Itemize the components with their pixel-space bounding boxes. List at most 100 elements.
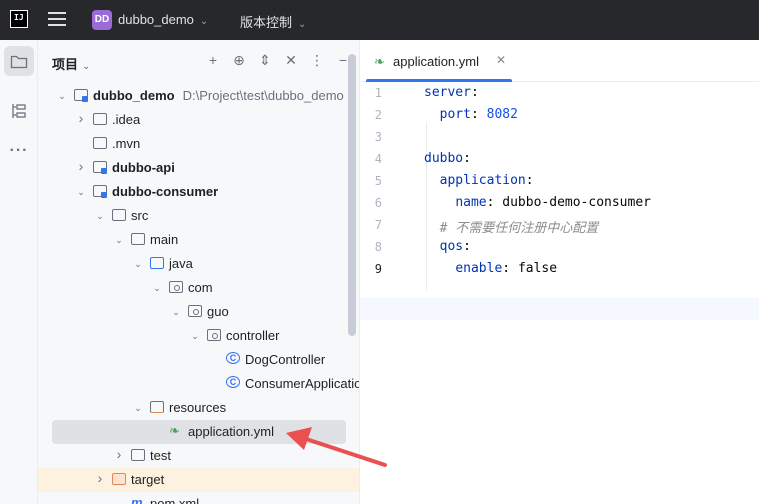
tree-item[interactable]: C ConsumerApplication bbox=[38, 372, 359, 396]
chevron-down-icon[interactable]: ⌄ bbox=[56, 89, 68, 103]
module-badge-icon bbox=[101, 192, 107, 198]
line-number: 2 bbox=[374, 108, 382, 122]
line-number: 6 bbox=[374, 196, 382, 210]
tree-item[interactable]: ⌄ guo bbox=[38, 300, 359, 324]
folder-icon bbox=[93, 113, 107, 125]
line-number: 4 bbox=[374, 152, 382, 166]
spring-class-icon: C bbox=[226, 376, 240, 388]
chevron-down-icon[interactable]: ⌄ bbox=[75, 185, 87, 199]
tree-item[interactable]: › test bbox=[38, 444, 359, 468]
project-panel: 项目 ⌄ + ⊕ ⇕ ✕ ⋮ − ⌄ dubbo_demo D:\Project\te… bbox=[38, 40, 360, 504]
line-number: 5 bbox=[374, 174, 382, 188]
line-number: 7 bbox=[374, 218, 382, 232]
code-line: server: bbox=[424, 85, 479, 100]
close-icon[interactable]: ✕ bbox=[496, 53, 506, 67]
tree-item[interactable]: ❧ application.yml bbox=[52, 420, 346, 444]
tree-item-label: pom.xml bbox=[150, 496, 200, 504]
tree-item[interactable]: ⌄ dubbo_demo D:\Project\test\dubbo_demo bbox=[38, 84, 359, 108]
tree-item-label: target bbox=[131, 472, 165, 487]
editor-tab-bar: ❧ application.yml ✕ bbox=[360, 40, 759, 82]
project-panel-header: 项目 ⌄ + ⊕ ⇕ ✕ ⋮ − bbox=[38, 40, 359, 82]
project-switcher[interactable]: dubbo_demo ⌄ bbox=[118, 12, 208, 27]
tree-item[interactable]: › target bbox=[38, 468, 359, 492]
tree-item[interactable]: .mvn bbox=[38, 132, 359, 156]
folder-icon bbox=[93, 137, 107, 149]
tree-item[interactable]: ⌄ dubbo-consumer bbox=[38, 180, 359, 204]
folder-icon bbox=[131, 449, 145, 461]
project-view-selector[interactable]: 项目 ⌄ bbox=[52, 54, 90, 73]
tree-item-label: com bbox=[188, 280, 213, 295]
chevron-right-icon[interactable]: › bbox=[75, 159, 87, 173]
line-number: 9 bbox=[374, 262, 382, 276]
structure-tool-button[interactable] bbox=[4, 96, 34, 126]
code-line: port: 8082 bbox=[424, 107, 518, 122]
collapse-all-icon[interactable]: ✕ bbox=[284, 52, 298, 69]
vcs-menu[interactable]: 版本控制 ⌄ bbox=[240, 12, 306, 31]
chevron-right-icon[interactable]: › bbox=[75, 111, 87, 125]
tree-item[interactable]: ⌄ resources bbox=[38, 396, 359, 420]
class-icon: C bbox=[226, 352, 240, 364]
tree-item-label: src bbox=[131, 208, 149, 223]
intellij-logo-icon[interactable]: IJ bbox=[10, 10, 28, 28]
tree-scrollbar[interactable] bbox=[348, 54, 356, 336]
yaml-value: 8082 bbox=[486, 107, 518, 122]
tree-item[interactable]: ⌄ java bbox=[38, 252, 359, 276]
package-icon bbox=[207, 329, 221, 341]
maven-icon: m bbox=[131, 495, 143, 504]
yaml-key: name bbox=[455, 195, 487, 210]
tree-item-label: dubbo-consumer bbox=[112, 184, 219, 199]
yaml-key: qos bbox=[439, 239, 464, 254]
tree-item[interactable]: ⌄ src bbox=[38, 204, 359, 228]
chevron-down-icon[interactable]: ⌄ bbox=[151, 281, 163, 295]
tree-item-label: .mvn bbox=[112, 136, 141, 151]
code-area[interactable]: server: port: 8082 dubbo: application: na… bbox=[424, 82, 759, 504]
tree-item-label: guo bbox=[207, 304, 229, 319]
chevron-down-icon[interactable]: ⌄ bbox=[94, 209, 106, 223]
yaml-file-icon: ❧ bbox=[169, 423, 180, 438]
tree-item[interactable]: ⌄ main bbox=[38, 228, 359, 252]
line-number: 8 bbox=[374, 240, 382, 254]
tree-item[interactable]: › .idea bbox=[38, 108, 359, 132]
project-path: D:\Project\test\dubbo_demo bbox=[182, 88, 344, 103]
source-folder-icon bbox=[150, 257, 164, 269]
tree-item-label: .idea bbox=[112, 112, 141, 127]
yaml-separator: : bbox=[486, 195, 503, 210]
tab-application-yml[interactable]: ❧ application.yml ✕ bbox=[366, 40, 512, 82]
resources-folder-icon bbox=[150, 401, 164, 413]
tree-item[interactable]: › dubbo-api bbox=[38, 156, 359, 180]
more-tools-button[interactable]: ··· bbox=[4, 136, 34, 166]
chevron-down-icon[interactable]: ⌄ bbox=[132, 401, 144, 415]
tree-item[interactable]: C DogController bbox=[38, 348, 359, 372]
excluded-folder-icon bbox=[112, 473, 126, 485]
tree-item-label: dubbo-api bbox=[112, 160, 175, 175]
tree-item[interactable]: ⌄ com bbox=[38, 276, 359, 300]
chevron-down-icon[interactable]: ⌄ bbox=[113, 233, 125, 247]
tool-window-strip: ··· bbox=[0, 40, 38, 504]
tree-item-label: application.yml bbox=[188, 424, 274, 439]
project-panel-title: 项目 bbox=[52, 57, 79, 72]
tree-item[interactable]: ⌄ controller bbox=[38, 324, 359, 348]
main-menu-icon[interactable] bbox=[48, 12, 66, 26]
chevron-down-icon[interactable]: ⌄ bbox=[189, 329, 201, 343]
chevron-right-icon[interactable]: › bbox=[94, 471, 106, 485]
line-number-gutter: 1 2 3 4 5 6 7 8 9 bbox=[360, 82, 422, 504]
tree-item-label: main bbox=[150, 232, 179, 247]
chevron-down-icon[interactable]: ⌄ bbox=[132, 257, 144, 271]
project-tool-button[interactable] bbox=[4, 46, 34, 76]
chevron-down-icon[interactable]: ⌄ bbox=[170, 305, 182, 319]
options-icon[interactable]: ⋮ bbox=[310, 52, 324, 69]
code-line: dubbo: bbox=[424, 151, 471, 166]
chevron-right-icon[interactable]: › bbox=[113, 447, 125, 461]
expand-all-icon[interactable]: ⇕ bbox=[258, 52, 272, 69]
project-badge[interactable]: DD bbox=[92, 10, 112, 30]
tree-item-label: controller bbox=[226, 328, 280, 343]
code-line: enable: false bbox=[424, 261, 557, 276]
locate-icon[interactable]: ⊕ bbox=[232, 52, 246, 69]
tree-item-label: dubbo_demo bbox=[93, 88, 175, 103]
editor: ❧ application.yml ✕ 1 2 3 4 5 6 7 8 9 server: po… bbox=[360, 40, 759, 504]
new-file-icon[interactable]: + bbox=[206, 52, 220, 69]
tree-item[interactable]: m pom.xml bbox=[38, 492, 359, 504]
